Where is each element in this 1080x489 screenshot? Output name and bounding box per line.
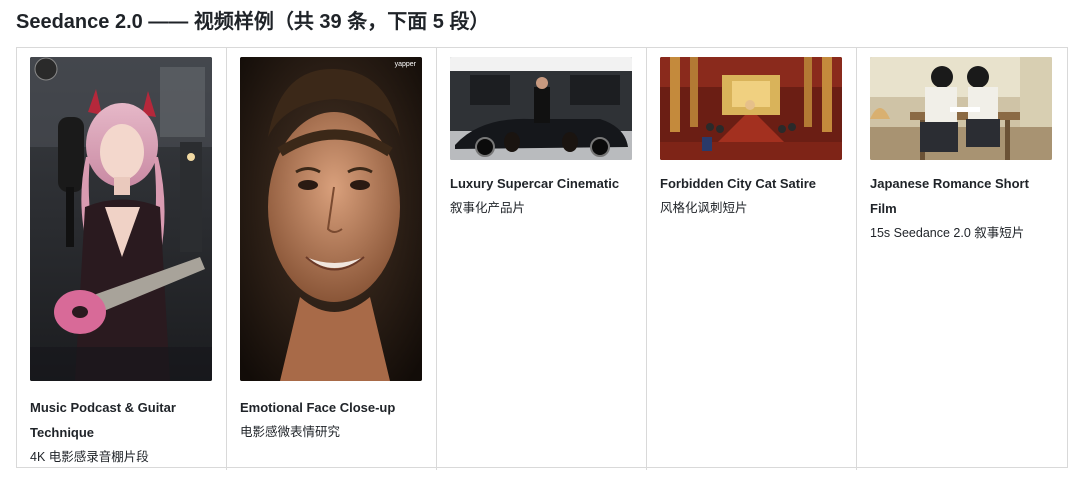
- video-sample-grid: Music Podcast & Guitar Technique 4K 电影感录…: [16, 47, 1068, 470]
- card-tag: 电影感微表情研究: [240, 425, 341, 439]
- musician-guitar-thumbnail[interactable]: [30, 57, 212, 381]
- video-card-japanese-romance[interactable]: Japanese Romance Short Film 15s Seedance…: [857, 48, 1067, 470]
- yapper-watermark: yapper: [394, 61, 416, 68]
- card-tag: 风格化讽刺短片: [660, 201, 748, 215]
- video-card-music-podcast[interactable]: Music Podcast & Guitar Technique 4K 电影感录…: [17, 48, 227, 470]
- card-title: Forbidden City Cat Satire: [660, 176, 817, 191]
- face-closeup-thumbnail[interactable]: yapper: [240, 57, 422, 381]
- card-tag: 4K 电影感录音棚片段: [30, 450, 149, 464]
- card-title: Music Podcast & Guitar Technique: [30, 400, 176, 440]
- palace-cats-thumbnail[interactable]: [660, 57, 842, 160]
- card-title: Japanese Romance Short Film: [870, 176, 1029, 216]
- video-card-forbidden-city[interactable]: Forbidden City Cat Satire 风格化讽刺短片: [647, 48, 857, 470]
- card-tag: 叙事化产品片: [450, 201, 526, 215]
- video-card-emotional-face[interactable]: yapper Emotional Face Close-up 电影感微表情研究: [227, 48, 437, 470]
- video-card-luxury-supercar[interactable]: Luxury Supercar Cinematic 叙事化产品片: [437, 48, 647, 470]
- supercar-thumbnail[interactable]: [450, 57, 632, 160]
- card-title: Emotional Face Close-up: [240, 400, 396, 415]
- classroom-couple-thumbnail[interactable]: [870, 57, 1052, 160]
- page-title: Seedance 2.0 —— 视频样例（共 39 条，下面 5 段）: [16, 11, 490, 33]
- card-tag: 15s Seedance 2.0 叙事短片: [870, 226, 1025, 240]
- card-title: Luxury Supercar Cinematic: [450, 176, 620, 191]
